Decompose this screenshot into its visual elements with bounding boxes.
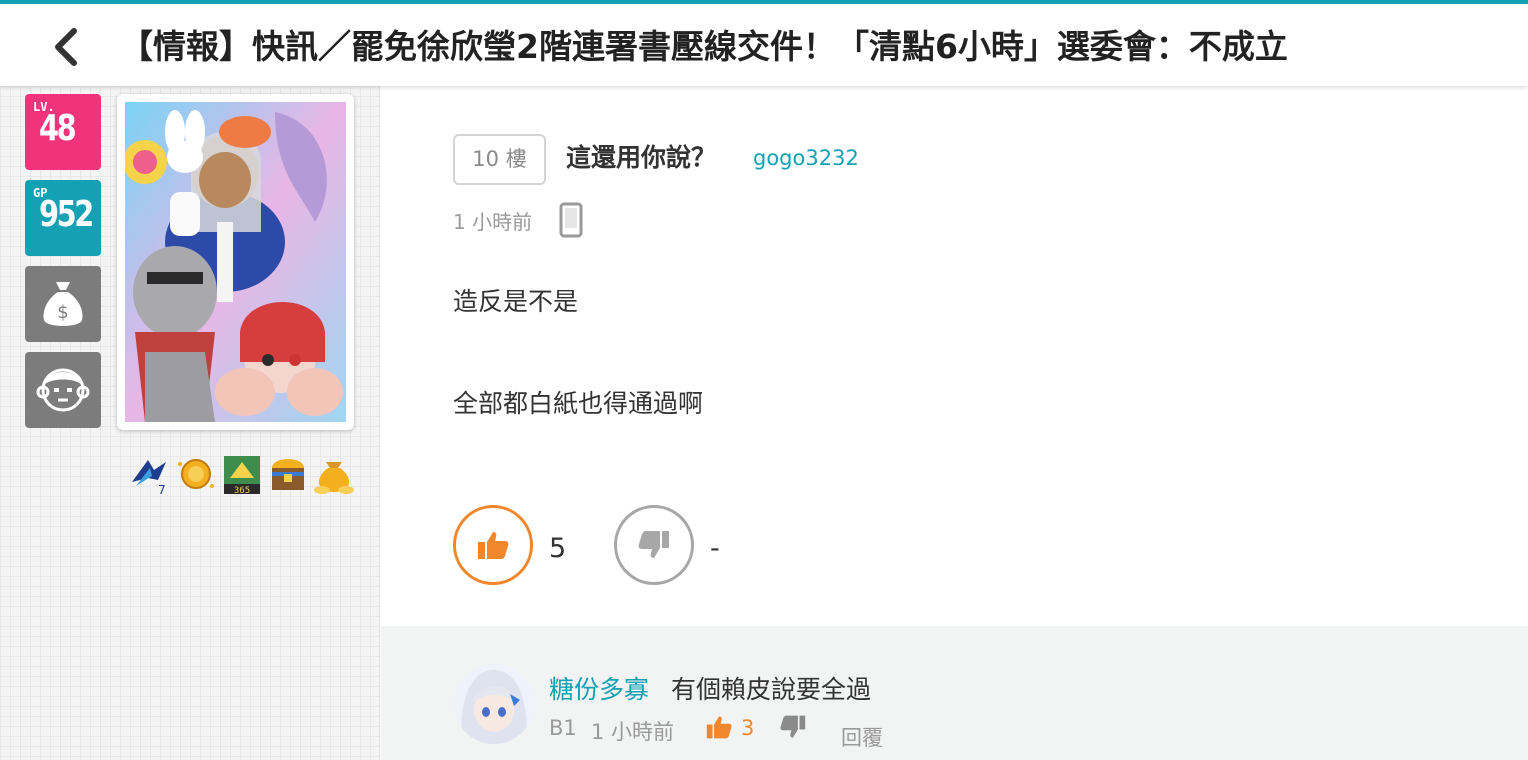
comment-text: 有個賴皮說要全過 [671,675,872,704]
chevron-left-icon [55,28,77,66]
face-badge[interactable] [25,352,101,428]
user-sidebar: LV. 48 GP 952 $ 7 365 [0,86,380,760]
comment-avatar[interactable] [454,664,534,744]
gp-badge[interactable]: GP 952 [25,180,101,256]
page-title: 【情報】快訊／罷免徐欣瑩2階連署書壓線交件！「清點6小時」選委會：不成立 [120,27,1288,66]
thumbs-up-icon [478,532,509,559]
comment-like-count: 3 [741,716,755,740]
comment-floor: B1 [549,716,577,740]
face-icon [36,368,90,412]
svg-text:365: 365 [234,486,250,496]
comment-reply-button[interactable]: 回覆 [841,722,883,752]
calendar-365-medal-icon[interactable]: 365 [220,452,264,496]
dislike-button[interactable] [614,505,694,585]
like-count: 5 [549,533,567,564]
comment-time: 1 小時前 [591,720,675,744]
user-avatar-card[interactable] [117,94,354,430]
commenter-portrait [454,664,534,744]
thumbs-down-icon [638,531,669,558]
dislike-count: - [710,533,720,564]
commenter-name[interactable]: 糖份多寡 [549,670,649,706]
avatar-illustration [125,102,346,422]
author-name[interactable]: 這還用你說？ [566,138,716,174]
top-bar: 【情報】快訊／罷免徐欣瑩2階連署書壓線交件！「清點6小時」選委會：不成立 [0,0,1528,86]
svg-text:7: 7 [158,483,166,496]
post-body-line-2: 全部都白紙也得通過啊 [453,389,704,418]
dragon-medal-icon[interactable]: 7 [128,452,172,496]
svg-text:$: $ [57,302,68,323]
comment-like-icon[interactable] [705,714,733,740]
mobile-phone-icon [559,202,583,238]
back-button[interactable] [40,22,90,72]
money-badge[interactable]: $ [25,266,101,342]
money-bag-icon: $ [43,282,83,326]
post-time: 1 小時前 [453,210,533,234]
medals-row: 7 365 [128,452,356,496]
coin-medal-icon[interactable] [174,452,218,496]
level-badge[interactable]: LV. 48 [25,94,101,170]
comment-dislike-icon[interactable] [779,714,807,740]
like-button[interactable] [453,505,533,585]
post-body-line-1: 造反是不是 [453,287,579,316]
treasure-chest-medal-icon[interactable] [266,452,310,496]
post-content: 10 樓 這還用你說？ gogo3232 1 小時前 造反是不是 全部都白紙也得… [381,86,1528,626]
gold-bag-medal-icon[interactable] [312,452,356,496]
comment-section: 糖份多寡 有個賴皮說要全過 B1 1 小時前 3 回覆 [381,626,1528,760]
level-value: 48 [39,108,77,149]
gp-value: 952 [39,194,94,235]
author-id[interactable]: gogo3232 [753,146,859,170]
floor-tag[interactable]: 10 樓 [453,134,546,185]
